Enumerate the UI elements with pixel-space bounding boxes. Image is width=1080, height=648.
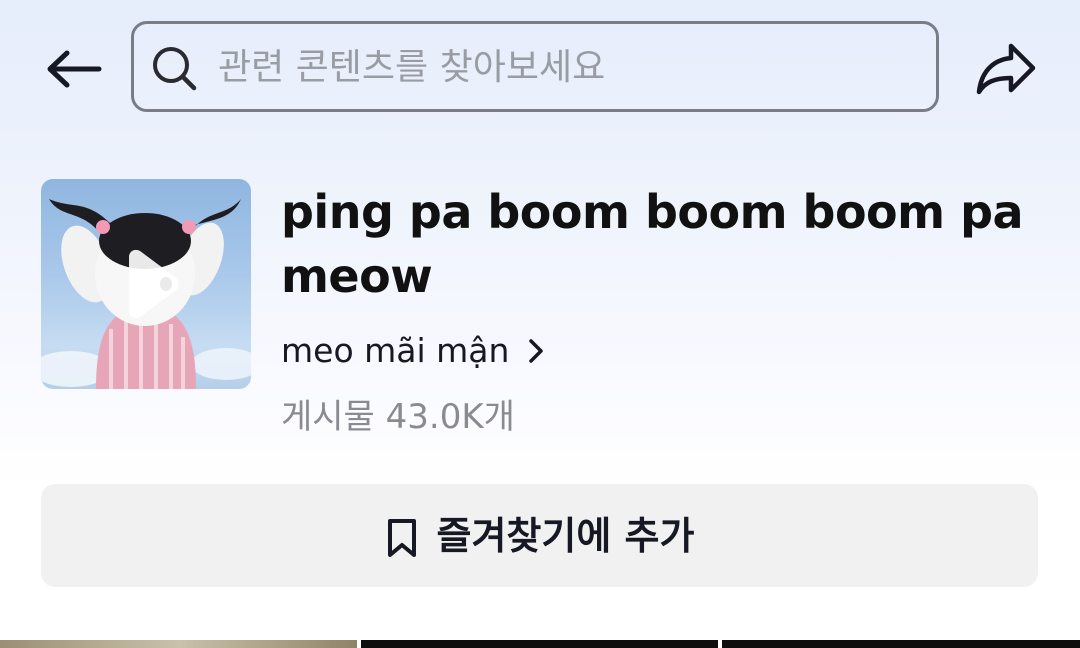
back-button[interactable]	[40, 38, 106, 100]
share-button[interactable]	[972, 38, 1040, 100]
play-icon	[129, 249, 179, 319]
add-to-favorites-label: 즐겨찾기에 추가	[436, 513, 695, 558]
video-thumbnail-3[interactable]	[722, 640, 1080, 648]
chevron-right-icon	[529, 339, 544, 363]
add-to-favorites-button[interactable]: 즐겨찾기에 추가	[41, 484, 1038, 587]
creator-name: meo mãi mận	[281, 331, 510, 370]
arrow-left-icon	[47, 50, 102, 88]
search-placeholder: 관련 콘텐츠를 찾아보세요	[218, 47, 606, 88]
search-input[interactable]: 관련 콘텐츠를 찾아보세요	[131, 21, 939, 112]
bookmark-icon	[387, 518, 416, 557]
topic-title: ping pa boom boom boom pa meow	[281, 185, 1024, 303]
video-thumbnail-1[interactable]	[0, 640, 357, 648]
creator-link[interactable]: meo mãi mận	[281, 326, 547, 376]
post-count: 게시물 43.0K개	[281, 397, 515, 437]
video-thumbnail-2[interactable]	[361, 640, 718, 648]
share-icon	[976, 43, 1036, 95]
topic-thumbnail[interactable]	[41, 179, 251, 389]
search-icon	[153, 47, 197, 91]
